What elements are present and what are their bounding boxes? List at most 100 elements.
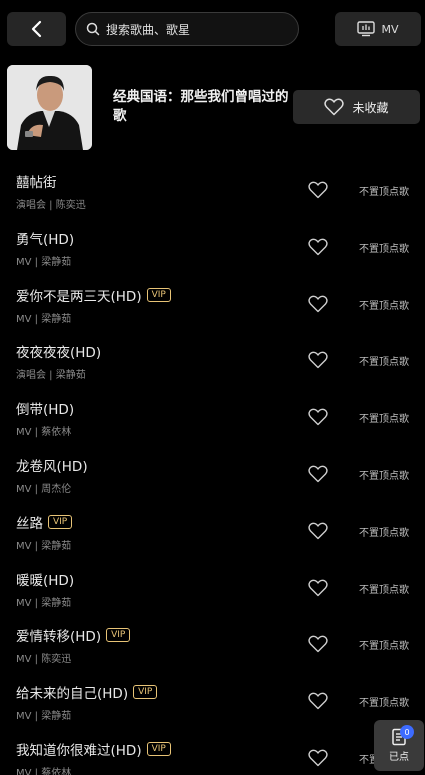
search-placeholder: 搜索歌曲、歌星	[106, 22, 191, 37]
pin-song-button[interactable]: 不置顶点歌	[359, 410, 409, 425]
song-title: 勇气(HD)	[16, 231, 75, 248]
mv-button[interactable]: MV	[335, 12, 421, 46]
heart-icon	[308, 465, 328, 483]
search-icon	[86, 22, 100, 36]
song-title-line: 倒带(HD)	[16, 398, 74, 418]
song-row[interactable]: 我知道你很难过(HD)VIPMV | 蔡依林不置顶点歌	[0, 730, 425, 775]
queue-count-badge: 0	[400, 725, 414, 739]
song-title-line: 给未来的自己(HD) VIP	[16, 682, 158, 703]
back-button[interactable]	[7, 12, 66, 46]
heart-icon	[308, 635, 328, 653]
heart-icon	[308, 522, 328, 539]
song-meta: MV | 周杰伦	[16, 483, 72, 495]
song-title-line: 爱你不是两三天(HD) VIP	[16, 285, 171, 305]
search-input[interactable]: 搜索歌曲、歌星	[75, 12, 299, 46]
pin-song-button[interactable]: 不置顶点歌	[359, 694, 409, 709]
favorite-song-button[interactable]	[308, 579, 328, 597]
song-row[interactable]: 龙卷风(HD) MV | 周杰伦 不置顶点歌	[0, 446, 425, 503]
song-title: 爱情转移(HD)	[16, 629, 102, 646]
singer-photo	[7, 65, 92, 150]
pin-song-button[interactable]: 不置顶点歌	[359, 297, 409, 312]
song-meta: MV | 梁静茹	[16, 711, 72, 723]
song-meta: 演唱会 | 梁静茹	[16, 370, 86, 382]
heart-icon	[308, 692, 328, 710]
vip-badge: VIP	[133, 685, 158, 700]
song-row[interactable]: 爱情转移(HD) VIP MV | 陈奕迅 不置顶点歌	[0, 616, 425, 673]
song-title: 给未来的自己(HD)	[16, 686, 129, 703]
song-title-line: 爱情转移(HD) VIP	[16, 625, 131, 646]
song-title-line: 暖暖(HD)	[16, 569, 74, 589]
song-title: 夜夜夜夜(HD)	[16, 345, 102, 362]
album-title: 经典国语：那些我们曾唱过的歌	[113, 89, 289, 124]
pin-song-button[interactable]: 不置顶点歌	[359, 637, 409, 652]
favorite-song-button[interactable]	[308, 692, 328, 710]
favorite-button[interactable]: 未收藏	[293, 90, 420, 124]
song-title-line: 夜夜夜夜(HD)	[16, 341, 101, 361]
pin-song-button[interactable]: 不置顶点歌	[359, 467, 409, 482]
song-row[interactable]: 暖暖(HD) MV | 梁静茹 不置顶点歌	[0, 560, 425, 617]
song-title: 爱你不是两三天(HD)	[16, 288, 142, 305]
song-title: 丝路	[16, 515, 43, 532]
favorite-song-button[interactable]	[308, 295, 328, 313]
heart-icon	[308, 238, 328, 255]
song-title: 囍帖街	[16, 175, 57, 191]
song-meta: MV | 梁静茹	[16, 540, 72, 552]
favorite-song-button[interactable]	[308, 635, 328, 653]
song-title-line: 丝路 VIP	[16, 512, 73, 532]
favorite-song-button[interactable]	[308, 749, 328, 767]
vip-badge: VIP	[48, 514, 73, 529]
song-meta: MV | 蔡依林	[16, 767, 72, 775]
song-title-line: 勇气(HD)	[16, 228, 74, 248]
heart-icon	[308, 749, 328, 767]
song-title-line: 我知道你很难过(HD) VIP	[16, 739, 171, 759]
song-list: 囍帖街 演唱会 | 陈奕迅 不置顶点歌 勇气(HD) MV | 梁静茹 不置顶点歌 爱你不是…	[0, 162, 425, 775]
vip-badge: VIP	[146, 741, 171, 756]
heart-icon	[324, 98, 345, 116]
song-meta: MV | 梁静茹	[16, 256, 72, 268]
favorite-song-button[interactable]	[308, 351, 328, 369]
song-title: 倒带(HD)	[16, 402, 75, 419]
heart-icon	[308, 408, 328, 426]
favorite-song-button[interactable]	[308, 238, 328, 256]
song-row[interactable]: 丝路 VIP MV | 梁静茹 不置顶点歌	[0, 503, 425, 560]
song-row[interactable]: 勇气(HD) MV | 梁静茹 不置顶点歌	[0, 219, 425, 276]
tv-icon	[357, 21, 376, 37]
song-title: 暖暖(HD)	[16, 572, 75, 589]
queued-songs-button[interactable]: 已点 0	[374, 720, 424, 771]
heart-icon	[308, 579, 328, 596]
song-meta: MV | 蔡依林	[16, 427, 72, 439]
heart-icon	[308, 181, 328, 199]
song-title: 龙卷风(HD)	[16, 458, 88, 475]
favorite-song-button[interactable]	[308, 522, 328, 540]
heart-icon	[308, 351, 328, 369]
song-title-line: 龙卷风(HD)	[16, 455, 88, 475]
album-cover	[7, 65, 92, 150]
song-meta: 演唱会 | 陈奕迅	[16, 200, 86, 211]
heart-icon	[308, 295, 328, 312]
song-meta: MV | 梁静茹	[16, 597, 72, 609]
pin-song-button[interactable]: 不置顶点歌	[359, 581, 409, 596]
top-bar: 搜索歌曲、歌星 MV	[0, 0, 425, 58]
song-row[interactable]: 囍帖街演唱会 | 陈奕迅 不置顶点歌	[0, 162, 425, 219]
favorite-song-button[interactable]	[308, 181, 328, 199]
favorite-label: 未收藏	[352, 100, 389, 115]
vip-badge: VIP	[146, 287, 171, 302]
song-meta: MV | 陈奕迅	[16, 654, 72, 666]
vip-badge: VIP	[106, 628, 131, 643]
song-title: 我知道你很难过(HD)	[16, 742, 142, 759]
pin-song-button[interactable]: 不置顶点歌	[359, 240, 409, 255]
pin-song-button[interactable]: 不置顶点歌	[359, 524, 409, 539]
mv-label: MV	[381, 22, 399, 36]
song-row[interactable]: 倒带(HD) MV | 蔡依林 不置顶点歌	[0, 389, 425, 446]
song-row[interactable]: 爱你不是两三天(HD) VIP MV | 梁静茹 不置顶点歌	[0, 276, 425, 333]
song-title-line: 囍帖街	[16, 171, 57, 191]
song-row[interactable]: 夜夜夜夜(HD) 演唱会 | 梁静茹 不置顶点歌	[0, 332, 425, 389]
song-row[interactable]: 给未来的自己(HD) VIP MV | 梁静茹 不置顶点歌	[0, 673, 425, 730]
queue-label: 已点	[389, 752, 409, 763]
pin-song-button[interactable]: 不置顶点歌	[359, 353, 409, 368]
pin-song-button[interactable]: 不置顶点歌	[359, 183, 409, 198]
favorite-song-button[interactable]	[308, 465, 328, 483]
back-arrow-icon	[31, 20, 41, 38]
song-meta: MV | 梁静茹	[16, 313, 72, 325]
favorite-song-button[interactable]	[308, 408, 328, 426]
